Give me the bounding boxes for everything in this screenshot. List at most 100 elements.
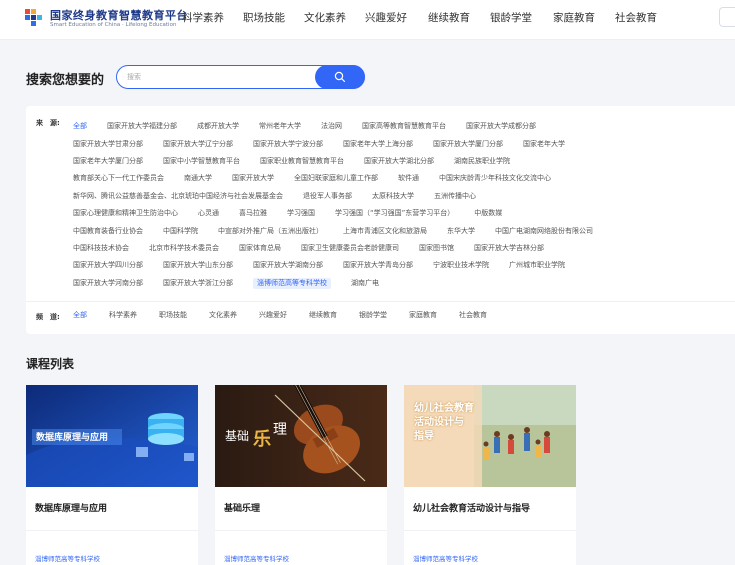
source-filter-option[interactable]: 软件通 [398,175,419,182]
source-filter-option[interactable]: 国家高等教育智慧教育平台 [362,123,446,130]
nav-item-society[interactable]: 社会教育 [615,10,675,30]
source-filter-option[interactable]: 教育部关心下一代工作委员会 [73,175,164,182]
channel-label: 频 道: [36,313,60,321]
source-filter-option[interactable]: 全国妇联家庭和儿童工作部 [294,175,378,182]
source-filter-option[interactable]: 全部 [73,123,87,130]
platform-title[interactable]: 国家终身教育智慧教育平台 [50,7,188,23]
source-filter-option[interactable]: 国家卫生健康委员会老龄健康司 [301,244,399,252]
search-icon [334,71,346,82]
course-cover-database: 数据库原理与应用 [26,385,198,487]
source-filter-option[interactable]: 学习强国（“学习强国”东营学习平台） [335,210,454,217]
source-filter-row: 国家开放大学河南分部 国家开放大学浙江分部 淄博师范高等专科学校 湖南广电 [73,275,733,292]
source-filter-option[interactable]: 国家开放大学吉林分部 [474,244,544,252]
channel-filter-option[interactable]: 全部 [73,312,87,319]
course-card-music-theory[interactable]: 基础 乐 理 基础乐理 淄博师范高等专科学校 [215,385,387,565]
source-filter-option[interactable]: 国家开放大学湖南分部 [253,262,323,269]
source-filter-option[interactable]: 国家开放大学辽宁分部 [163,140,233,148]
channel-filter-option[interactable]: 银龄学堂 [359,312,387,319]
source-filter-option[interactable]: 国家开放大学浙江分部 [163,279,233,287]
source-filter-option[interactable]: 国家开放大学福建分部 [107,123,177,130]
source-filter-option[interactable]: 喜马拉雅 [239,210,267,217]
source-filter-option[interactable]: 中国教育装备行业协会 [73,227,143,235]
source-filter-row: 国家老年大学厦门分部 国家中小学智慧教育平台 国家职业教育智慧教育平台 国家开放大学湖… [73,153,733,170]
course-org[interactable]: 淄博师范高等专科学校 [224,553,289,563]
source-filter-option[interactable]: 国家心理健康和精神卫生防治中心 [73,210,178,217]
source-filter-option[interactable]: 湖南民族职业学院 [454,157,510,165]
source-filter-option[interactable]: 广州城市职业学院 [509,262,565,269]
nav-item-family[interactable]: 家庭教育 [553,10,615,30]
source-filter-option[interactable]: 东华大学 [447,227,475,235]
course-name[interactable]: 幼儿社会教育活动设计与指导 [413,501,530,514]
channel-filter-option[interactable]: 继续教育 [309,312,337,319]
source-filter-option[interactable]: 国家老年大学 [523,140,565,148]
nav-item-career[interactable]: 职场技能 [243,10,304,30]
channel-filter-option[interactable]: 社会教育 [459,312,487,319]
card-divider [215,530,387,531]
source-filter-option[interactable]: 法治网 [321,123,342,130]
source-filter-option[interactable]: 中国科学院 [163,227,198,235]
channel-filter-option[interactable]: 文化素养 [209,312,237,319]
nav-item-science[interactable]: 科学素养 [182,10,243,30]
source-filter-option[interactable]: 湖南广电 [351,279,379,287]
source-filter-option[interactable]: 国家开放大学甘肃分部 [73,140,143,148]
main-nav: 科学素养 职场技能 文化素养 兴趣爱好 继续教育 银龄学堂 家庭教育 社会教育 [182,10,675,30]
source-filter-option[interactable]: 退役军人事务部 [303,192,352,200]
source-filter-option[interactable]: 成都开放大学 [197,123,239,130]
source-filter-option[interactable]: 国家开放大学河南分部 [73,279,143,287]
source-filter-option[interactable]: 国家开放大学 [232,175,274,182]
source-filter-option[interactable]: 心灵通 [198,210,219,217]
source-filter-option[interactable]: 国家开放大学宁波分部 [253,140,323,148]
card-divider [26,530,198,531]
source-filter-option[interactable]: 上海市青浦区文化和旅游局 [343,227,427,235]
course-name[interactable]: 基础乐理 [224,501,260,514]
source-filter-list: 全部 国家开放大学福建分部 成都开放大学 常州老年大学 法治网 国家高等教育智慧教育平台国… [73,118,733,292]
channel-filter-list: 全部 科学素养 职场技能 文化素养 兴趣爱好 继续教育 银龄学堂 家庭教育 社会教育 [73,312,509,319]
source-filter-option[interactable]: 国家体育总局 [239,244,281,252]
user-button[interactable] [719,7,735,27]
nav-item-senior[interactable]: 银龄学堂 [490,10,553,30]
source-filter-option[interactable]: 常州老年大学 [259,123,301,130]
search-input[interactable] [127,69,307,85]
source-filter-option[interactable]: 南通大学 [184,175,212,182]
source-filter-option[interactable]: 国家开放大学厦门分部 [433,140,503,148]
platform-logo-icon[interactable] [24,7,46,29]
source-filter-option[interactable]: 国家开放大学青岛分部 [343,262,413,269]
course-org[interactable]: 淄博师范高等专科学校 [35,553,100,563]
source-filter-option[interactable]: 北京市科学技术委员会 [149,244,219,252]
course-cover-music-text-c: 理 [273,422,287,438]
nav-item-culture[interactable]: 文化素养 [304,10,365,30]
source-filter-option[interactable]: 太原科技大学 [372,192,414,200]
nav-item-interest[interactable]: 兴趣爱好 [365,10,428,30]
source-filter-option[interactable]: 中国广电湖南网络股份有限公司 [495,227,593,235]
source-filter-option[interactable]: 国家开放大学成都分部 [466,123,536,130]
source-filter-option[interactable]: 五洲传播中心 [434,192,476,200]
source-filter-option[interactable]: 国家开放大学四川分部 [73,262,143,269]
source-filter-option[interactable]: 国家老年大学上海分部 [343,140,413,148]
channel-filter-option[interactable]: 科学素养 [109,312,137,319]
source-filter-option[interactable]: 国家中小学智慧教育平台 [163,157,240,165]
source-filter-option[interactable]: 国家开放大学湖北分部 [364,157,434,165]
channel-filter-option[interactable]: 兴趣爱好 [259,312,287,319]
search-button[interactable] [315,64,365,89]
nav-item-continuing[interactable]: 继续教育 [428,10,490,30]
channel-filter-option[interactable]: 职场技能 [159,312,187,319]
source-filter-option[interactable]: 宁波职业技术学院 [433,262,489,269]
source-filter-option[interactable]: 中国科技技术协会 [73,244,129,252]
course-name[interactable]: 数据库原理与应用 [35,501,107,514]
channel-filter-option[interactable]: 家庭教育 [409,312,437,319]
source-filter-option[interactable]: 学习强国 [287,210,315,217]
source-filter-option[interactable]: 中版数媒 [474,210,502,217]
source-filter-option[interactable]: 国家老年大学厦门分部 [73,157,143,165]
source-filter-option[interactable]: 国家开放大学山东分部 [163,262,233,269]
course-card-preschool-social[interactable]: 幼儿社会教育 活动设计与 指导 幼儿社会教育活动设计与指导 淄博师范高等专科学校 [404,385,576,565]
source-filter-option[interactable]: 新华网、腾讯公益慈善基金会、北京琥珀中国经济与社会发展基金会 [73,192,283,200]
source-filter-option[interactable]: 淄博师范高等专科学校 [253,277,331,289]
course-org[interactable]: 淄博师范高等专科学校 [413,553,478,563]
source-filter-option[interactable]: 国家图书馆 [419,244,454,252]
filter-panel: 来 源: 全部 国家开放大学福建分部 成都开放大学 常州老年大学 法治网 国家高等教育智慧… [26,106,735,334]
course-card-database[interactable]: 数据库原理与应用 数据库原理与应用 淄博师范高等专科学校 [26,385,198,565]
source-filter-row: 新华网、腾讯公益慈善基金会、北京琥珀中国经济与社会发展基金会 退役军人事务部 太原科… [73,188,733,205]
source-filter-option[interactable]: 中宣部对外推广局（五洲出版社） [218,227,323,235]
source-filter-option[interactable]: 中国宋庆龄青少年科技文化交流中心 [439,175,551,182]
source-filter-option[interactable]: 国家职业教育智慧教育平台 [260,157,344,165]
